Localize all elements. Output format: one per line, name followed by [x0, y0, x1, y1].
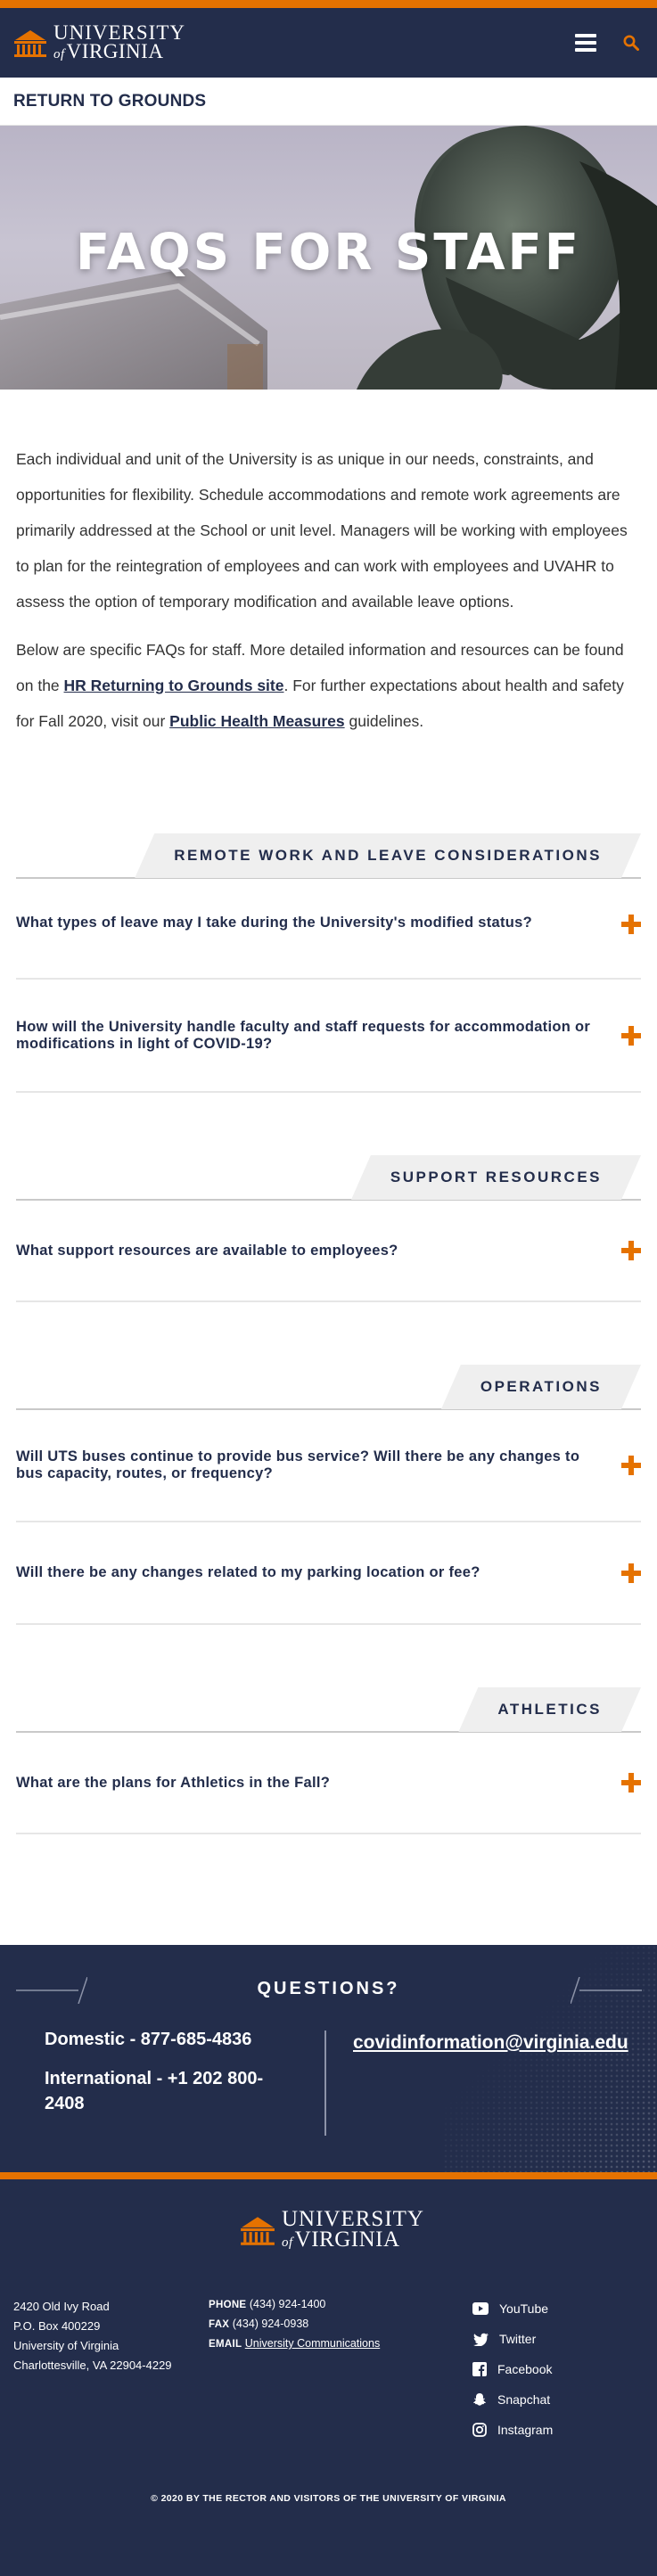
decorative-line-right	[571, 1977, 642, 2004]
footer-contact: PHONE (434) 924-1400 FAX (434) 924-0938 …	[209, 2298, 381, 2350]
logo-wordmark: UNIVERSITY ofVIRGINIA	[53, 21, 185, 62]
section-heading: OPERATIONS	[16, 1366, 641, 1410]
expand-plus-icon[interactable]	[621, 1773, 641, 1793]
faq-section-athletics: ATHLETICS What are the plans for Athleti…	[16, 1688, 641, 1834]
expand-plus-icon[interactable]	[621, 1563, 641, 1583]
instagram-icon	[472, 2423, 487, 2437]
facebook-icon	[472, 2362, 487, 2376]
faq-item[interactable]: Will UTS buses continue to provide bus s…	[16, 1410, 641, 1522]
section-heading: ATHLETICS	[16, 1688, 641, 1733]
questions-banner: QUESTIONS? Domestic - 877-685-4836 Inter…	[0, 1945, 657, 2172]
faq-item[interactable]: What types of leave may I take during th…	[16, 879, 641, 980]
communications-email-link[interactable]: University Communications	[245, 2337, 380, 2350]
international-phone: International - +1 202 800-2408	[45, 2069, 264, 2113]
faq-section-operations: OPERATIONS Will UTS buses continue to pr…	[16, 1366, 641, 1625]
footer-address: 2420 Old Ivy Road P.O. Box 400229 Univer…	[13, 2300, 172, 2372]
hero-banner: FAQS FOR STAFF	[0, 126, 657, 390]
youtube-icon	[472, 2302, 489, 2315]
site-header: UNIVERSITY ofVIRGINIA	[0, 8, 657, 78]
top-accent-bar	[0, 0, 657, 8]
expand-plus-icon[interactable]	[621, 915, 641, 934]
expand-plus-icon[interactable]	[621, 1241, 641, 1260]
copyright: © 2020 BY THE RECTOR AND VISITORS OF THE…	[151, 2493, 506, 2504]
faq-item[interactable]: How will the University handle faculty a…	[16, 980, 641, 1093]
uva-logo[interactable]: UNIVERSITY ofVIRGINIA	[12, 21, 185, 62]
expand-plus-icon[interactable]	[621, 1456, 641, 1475]
faq-section-support: SUPPORT RESOURCES What support resources…	[16, 1156, 641, 1302]
snapchat-icon	[473, 2393, 486, 2406]
twitter-link[interactable]: Twitter	[472, 2324, 553, 2354]
hamburger-icon[interactable]	[575, 34, 596, 52]
intro-paragraph-1: Each individual and unit of the Universi…	[16, 450, 628, 611]
faq-item[interactable]: What support resources are available to …	[16, 1201, 641, 1302]
faq-item[interactable]: What are the plans for Athletics in the …	[16, 1733, 641, 1834]
faq-item[interactable]: Will there be any changes related to my …	[16, 1522, 641, 1625]
domestic-phone: Domestic - 877-685-4836	[45, 2030, 252, 2049]
faq-section-remote-work: REMOTE WORK AND LEAVE CONSIDERATIONS Wha…	[16, 834, 641, 1093]
site-footer: UNIVERSITY ofVIRGINIA 2420 Old Ivy Road …	[0, 2179, 657, 2576]
section-heading: REMOTE WORK AND LEAVE CONSIDERATIONS	[16, 834, 641, 879]
logo-wordmark: UNIVERSITY ofVIRGINIA	[282, 2207, 424, 2252]
expand-plus-icon[interactable]	[621, 1025, 641, 1046]
phone-number: (434) 924-1400	[249, 2298, 326, 2310]
page-title: FAQS FOR STAFF	[75, 224, 582, 282]
footer-accent-bar	[0, 2172, 657, 2179]
intro-text: Each individual and unit of the Universi…	[0, 390, 657, 739]
divider	[324, 2030, 326, 2136]
fax-number: (434) 924-0938	[232, 2318, 309, 2330]
contact-email-link[interactable]: covidinformation@virginia.edu	[353, 2032, 628, 2054]
return-to-grounds-link[interactable]: RETURN TO GROUNDS	[13, 92, 206, 111]
youtube-link[interactable]: YouTube	[472, 2293, 553, 2324]
search-icon[interactable]	[623, 35, 639, 51]
snapchat-link[interactable]: Snapchat	[472, 2384, 553, 2415]
instagram-link[interactable]: Instagram	[472, 2415, 553, 2445]
rotunda-icon	[241, 2216, 275, 2245]
social-links: YouTube Twitter Facebook Snapchat Instag…	[472, 2293, 553, 2445]
section-nav: RETURN TO GROUNDS	[0, 78, 657, 126]
facebook-link[interactable]: Facebook	[472, 2354, 553, 2384]
twitter-icon	[473, 2333, 489, 2346]
rotunda-icon	[14, 30, 46, 57]
intro-paragraph-2: Below are specific FAQs for staff. More …	[16, 641, 624, 730]
footer-uva-logo[interactable]: UNIVERSITY ofVIRGINIA	[239, 2207, 424, 2252]
section-heading: SUPPORT RESOURCES	[16, 1156, 641, 1201]
questions-title: QUESTIONS?	[257, 1979, 400, 1998]
hr-returning-link[interactable]: HR Returning to Grounds site	[64, 677, 284, 694]
public-health-link[interactable]: Public Health Measures	[169, 712, 344, 730]
